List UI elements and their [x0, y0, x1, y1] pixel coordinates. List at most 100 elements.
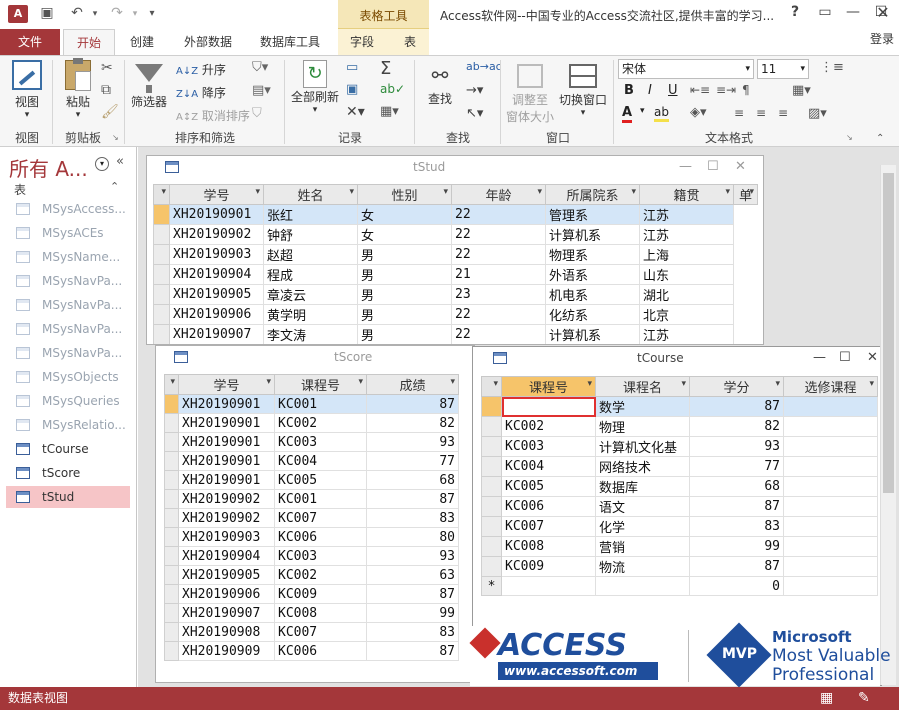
table-cell[interactable]: 女 — [357, 224, 452, 245]
row-selector[interactable] — [164, 603, 179, 623]
clear-sort-button[interactable]: A↕Z 取消排序 — [176, 107, 250, 124]
row-selector[interactable] — [164, 584, 179, 604]
table-cell[interactable]: 男 — [357, 264, 452, 285]
table-cell[interactable]: 张红 — [263, 204, 358, 225]
table-cell[interactable]: 68 — [689, 476, 784, 497]
table-row[interactable]: XH20190901 KC005 68 — [164, 470, 471, 490]
nav-item-msysaces[interactable]: MSysACEs — [6, 222, 130, 244]
table-cell[interactable]: 77 — [366, 451, 459, 471]
table-cell[interactable] — [783, 556, 878, 577]
table-cell[interactable]: 李文涛 — [263, 324, 358, 344]
table-cell[interactable]: 87 — [689, 496, 784, 517]
column-header[interactable]: 单 — [733, 184, 758, 205]
save-record-icon[interactable]: ▣ — [346, 82, 358, 97]
table-row[interactable]: KC008 营销 99 — [481, 536, 878, 557]
table-cell[interactable]: XH20190905 — [178, 565, 275, 585]
table-cell[interactable]: 黄学明 — [263, 304, 358, 325]
font-color-dropdown-icon[interactable]: ▾ — [640, 106, 645, 116]
table-row[interactable]: KC005 数据库 68 — [481, 476, 878, 497]
toggle-filter-icon[interactable]: ⛉ — [252, 106, 262, 121]
row-selector[interactable] — [481, 396, 502, 417]
table-cell[interactable]: 99 — [689, 536, 784, 557]
gridlines-icon[interactable]: ▦▾ — [792, 83, 811, 98]
new-record-icon[interactable]: ▭ — [346, 60, 358, 75]
table-row[interactable]: KC006 语文 87 — [481, 496, 878, 517]
table-cell[interactable]: 上海 — [639, 244, 734, 265]
table-cell[interactable] — [595, 576, 690, 596]
table-row[interactable]: XH20190901 KC003 93 — [164, 432, 471, 452]
row-selector[interactable] — [481, 556, 502, 577]
table-row[interactable]: XH20190901 KC004 77 — [164, 451, 471, 471]
table-row[interactable]: XH20190903 赵超男 22 物理系 上海 — [153, 244, 758, 265]
column-header[interactable]: 性别 — [357, 184, 452, 205]
align-left-icon[interactable]: ≡ — [734, 106, 744, 120]
window-tcourse-minimize-icon[interactable]: — — [813, 347, 826, 369]
table-cell[interactable]: XH20190907 — [169, 324, 264, 344]
table-cell[interactable]: 22 — [451, 204, 546, 225]
numbering-icon[interactable]: ⋮≡ — [820, 60, 844, 75]
redo-icon[interactable]: ↷ — [108, 5, 126, 21]
table-cell[interactable]: 管理系 — [545, 204, 640, 225]
indent-left-icon[interactable]: ⇤≡ — [690, 83, 710, 97]
table-cell[interactable]: XH20190904 — [169, 264, 264, 285]
table-cell[interactable]: XH20190902 — [169, 224, 264, 245]
row-selector[interactable] — [153, 264, 170, 285]
table-cell[interactable]: KC007 — [274, 508, 367, 528]
table-cell[interactable]: KC006 — [501, 496, 596, 517]
table-row[interactable]: XH20190905 章凌云男 23 机电系 湖北 — [153, 284, 758, 305]
table-cell[interactable]: 数学 — [595, 396, 690, 417]
table-cell[interactable]: 语文 — [595, 496, 690, 517]
datasheet-view-icon[interactable]: ▦ — [820, 690, 833, 706]
table-cell[interactable]: KC002 — [274, 413, 367, 433]
table-cell[interactable]: 赵超 — [263, 244, 358, 265]
table-row[interactable]: XH20190902 钟舒女 22 计算机系 江苏 — [153, 224, 758, 245]
table-cell[interactable]: KC004 — [274, 451, 367, 471]
bold-button[interactable]: B — [624, 83, 634, 98]
window-tcourse-maximize-icon[interactable]: ☐ — [839, 347, 851, 369]
access-app-icon[interactable]: A — [8, 5, 28, 23]
ribbon-display-icon[interactable]: ▭ — [810, 4, 840, 20]
table-cell[interactable] — [783, 436, 878, 457]
nav-item-tstud[interactable]: tStud — [6, 486, 130, 508]
nav-item-msysrelatio[interactable]: MSysRelatio... — [6, 414, 130, 436]
table-row[interactable]: XH20190904 KC003 93 — [164, 546, 471, 566]
italic-button[interactable]: I — [648, 83, 652, 98]
new-record-row[interactable]: * 0 — [481, 576, 878, 596]
row-selector[interactable] — [481, 496, 502, 517]
font-size-select[interactable]: 11 ▾ — [757, 59, 809, 79]
undo-icon[interactable]: ↶ — [68, 5, 86, 21]
row-selector[interactable] — [481, 536, 502, 557]
table-row[interactable]: KC009 物流 87 — [481, 556, 878, 577]
font-color-button[interactable]: A — [622, 106, 633, 123]
select-all-corner[interactable] — [481, 376, 502, 397]
table-row[interactable]: KC007 化学 83 — [481, 516, 878, 537]
tab-fields[interactable]: 字段 — [345, 29, 379, 55]
row-selector[interactable] — [153, 284, 170, 305]
table-row[interactable]: XH20190901 KC002 82 — [164, 413, 471, 433]
table-cell[interactable]: 93 — [366, 546, 459, 566]
table-cell[interactable] — [783, 456, 878, 477]
align-center-icon[interactable]: ≡ — [756, 106, 766, 120]
table-cell[interactable]: 化纺系 — [545, 304, 640, 325]
table-cell[interactable]: 钟舒 — [263, 224, 358, 245]
table-cell[interactable]: 数据库 — [595, 476, 690, 497]
table-cell[interactable] — [783, 496, 878, 517]
column-header[interactable]: 课程名 — [595, 376, 690, 397]
window-tstud-maximize-icon[interactable]: ☐ — [707, 156, 719, 178]
table-cell[interactable]: XH20190903 — [178, 527, 275, 547]
table-cell[interactable]: 北京 — [639, 304, 734, 325]
table-cell[interactable]: XH20190901 — [178, 432, 275, 452]
nav-item-tcourse[interactable]: tCourse — [6, 438, 130, 460]
table-cell[interactable]: 87 — [689, 396, 784, 417]
table-cell[interactable]: 22 — [451, 324, 546, 344]
sort-descending-button[interactable]: Z↓A 降序 — [176, 84, 226, 101]
tab-file[interactable]: 文件 — [0, 29, 60, 55]
table-cell[interactable]: 93 — [366, 432, 459, 452]
nav-item-msysname[interactable]: MSysName... — [6, 246, 130, 268]
refresh-all-button[interactable]: ↻ 全部刷新 ▾ — [289, 60, 341, 115]
table-cell[interactable]: 80 — [366, 527, 459, 547]
alternate-row-color-icon[interactable]: ▨▾ — [808, 106, 827, 121]
row-selector[interactable] — [153, 204, 170, 225]
table-cell[interactable]: XH20190904 — [178, 546, 275, 566]
table-row[interactable]: XH20190902 KC007 83 — [164, 508, 471, 528]
